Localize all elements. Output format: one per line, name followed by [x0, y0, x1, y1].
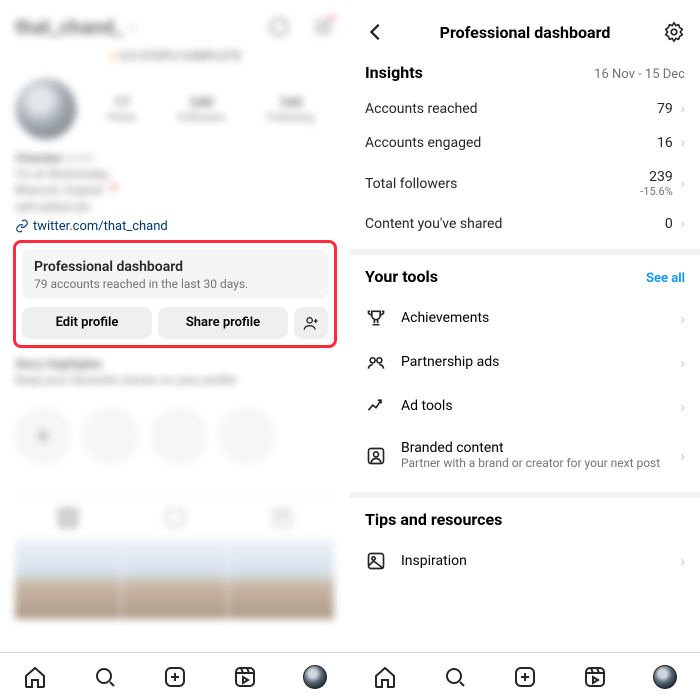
highlight-annotation: Professional dashboard 79 accounts reach… [13, 240, 337, 348]
branded-content-icon [366, 446, 386, 466]
chevron-right-icon: › [680, 397, 685, 416]
nav-create-icon[interactable] [163, 665, 187, 689]
insights-date-range: 16 Nov - 15 Dec [594, 67, 685, 82]
stat-followers[interactable]: 240Followers [178, 95, 225, 124]
professional-dashboard-card[interactable]: Professional dashboard 79 accounts reach… [22, 249, 328, 299]
settings-button[interactable] [663, 21, 685, 43]
trophy-icon [366, 308, 386, 328]
nav-search-icon[interactable] [443, 665, 467, 689]
chevron-right-icon: › [680, 551, 685, 570]
add-person-icon [303, 315, 319, 331]
completion-steps[interactable]: ● 3/5 STEPS COMPLETE [15, 39, 335, 73]
chevron-right-icon: › [681, 135, 685, 151]
tip-inspiration[interactable]: Inspiration › [365, 539, 685, 583]
chevron-left-icon [365, 21, 387, 43]
chevron-down-icon [127, 21, 139, 33]
post-thumbnail[interactable] [15, 539, 122, 619]
nav-reels-icon[interactable] [583, 665, 607, 689]
bio-link[interactable]: twitter.com/that_chand [15, 219, 335, 234]
image-icon [366, 551, 386, 571]
dashboard-card-subtitle: 79 accounts reached in the last 30 days. [34, 277, 316, 291]
nav-home-icon[interactable] [23, 665, 47, 689]
bio-text: Chandan Artist I'm at Wednesday Bharuch,… [15, 150, 335, 215]
partnership-icon [366, 352, 386, 372]
insights-accounts-engaged[interactable]: Accounts engaged 16› [365, 126, 685, 160]
bottom-nav [350, 652, 700, 700]
nav-profile-avatar[interactable] [303, 665, 327, 689]
gear-icon [663, 21, 685, 43]
chevron-right-icon: › [680, 309, 685, 328]
post-thumbnail[interactable] [122, 539, 229, 619]
chevron-right-icon: › [680, 446, 685, 465]
tagged-tab[interactable] [271, 497, 293, 539]
see-all-tools-link[interactable]: See all [646, 271, 685, 286]
discover-people-button[interactable] [294, 307, 328, 339]
insights-content-shared[interactable]: Content you've shared 0› [365, 207, 685, 241]
stat-following[interactable]: 160Following [267, 95, 314, 124]
nav-reels-icon[interactable] [233, 665, 257, 689]
nav-search-icon[interactable] [93, 665, 117, 689]
nav-profile-avatar[interactable] [653, 665, 677, 689]
bottom-nav [0, 652, 350, 700]
highlight-placeholder [219, 408, 275, 464]
edit-profile-button[interactable]: Edit profile [22, 307, 152, 339]
page-title: Professional dashboard [440, 23, 611, 42]
posts-grid-tab[interactable] [57, 497, 79, 539]
chevron-right-icon: › [681, 176, 685, 192]
chevron-right-icon: › [681, 216, 685, 232]
insights-accounts-reached[interactable]: Accounts reached 79› [365, 92, 685, 126]
nav-home-icon[interactable] [373, 665, 397, 689]
nav-create-icon[interactable] [513, 665, 537, 689]
tool-branded-content[interactable]: Branded contentPartner with a brand or c… [365, 428, 685, 484]
insights-total-followers[interactable]: Total followers 239-15.6%› [365, 160, 685, 207]
chevron-right-icon: › [681, 101, 685, 117]
highlight-placeholder [83, 408, 139, 464]
post-thumbnail[interactable] [228, 539, 335, 619]
tips-heading: Tips and resources [365, 510, 502, 529]
story-highlights: + [15, 404, 335, 468]
tool-partnership-ads[interactable]: Partnership ads › [365, 340, 685, 384]
username-dropdown[interactable]: that_chand_ [15, 15, 139, 39]
tool-ad-tools[interactable]: Ad tools › [365, 384, 685, 428]
highlight-placeholder [151, 408, 207, 464]
reels-tab[interactable] [164, 497, 186, 539]
share-profile-button[interactable]: Share profile [158, 307, 288, 339]
professional-dashboard-screen: Professional dashboard Insights 16 Nov -… [350, 0, 700, 700]
threads-icon[interactable] [267, 15, 291, 39]
menu-icon[interactable] [311, 15, 335, 39]
trend-icon [366, 396, 386, 416]
tool-achievements[interactable]: Achievements › [365, 296, 685, 340]
stat-posts[interactable]: 17Posts [108, 95, 136, 124]
profile-screen: that_chand_ ● 3/5 STEPS COMPLETE 17Posts… [0, 0, 350, 700]
profile-avatar[interactable] [15, 78, 77, 140]
your-tools-heading: Your tools [365, 267, 438, 286]
dashboard-card-title: Professional dashboard [34, 259, 316, 275]
insights-heading: Insights [365, 63, 423, 82]
new-highlight-button[interactable]: + [15, 408, 71, 464]
link-icon [15, 219, 29, 233]
chevron-right-icon: › [680, 353, 685, 372]
back-button[interactable] [365, 21, 387, 43]
